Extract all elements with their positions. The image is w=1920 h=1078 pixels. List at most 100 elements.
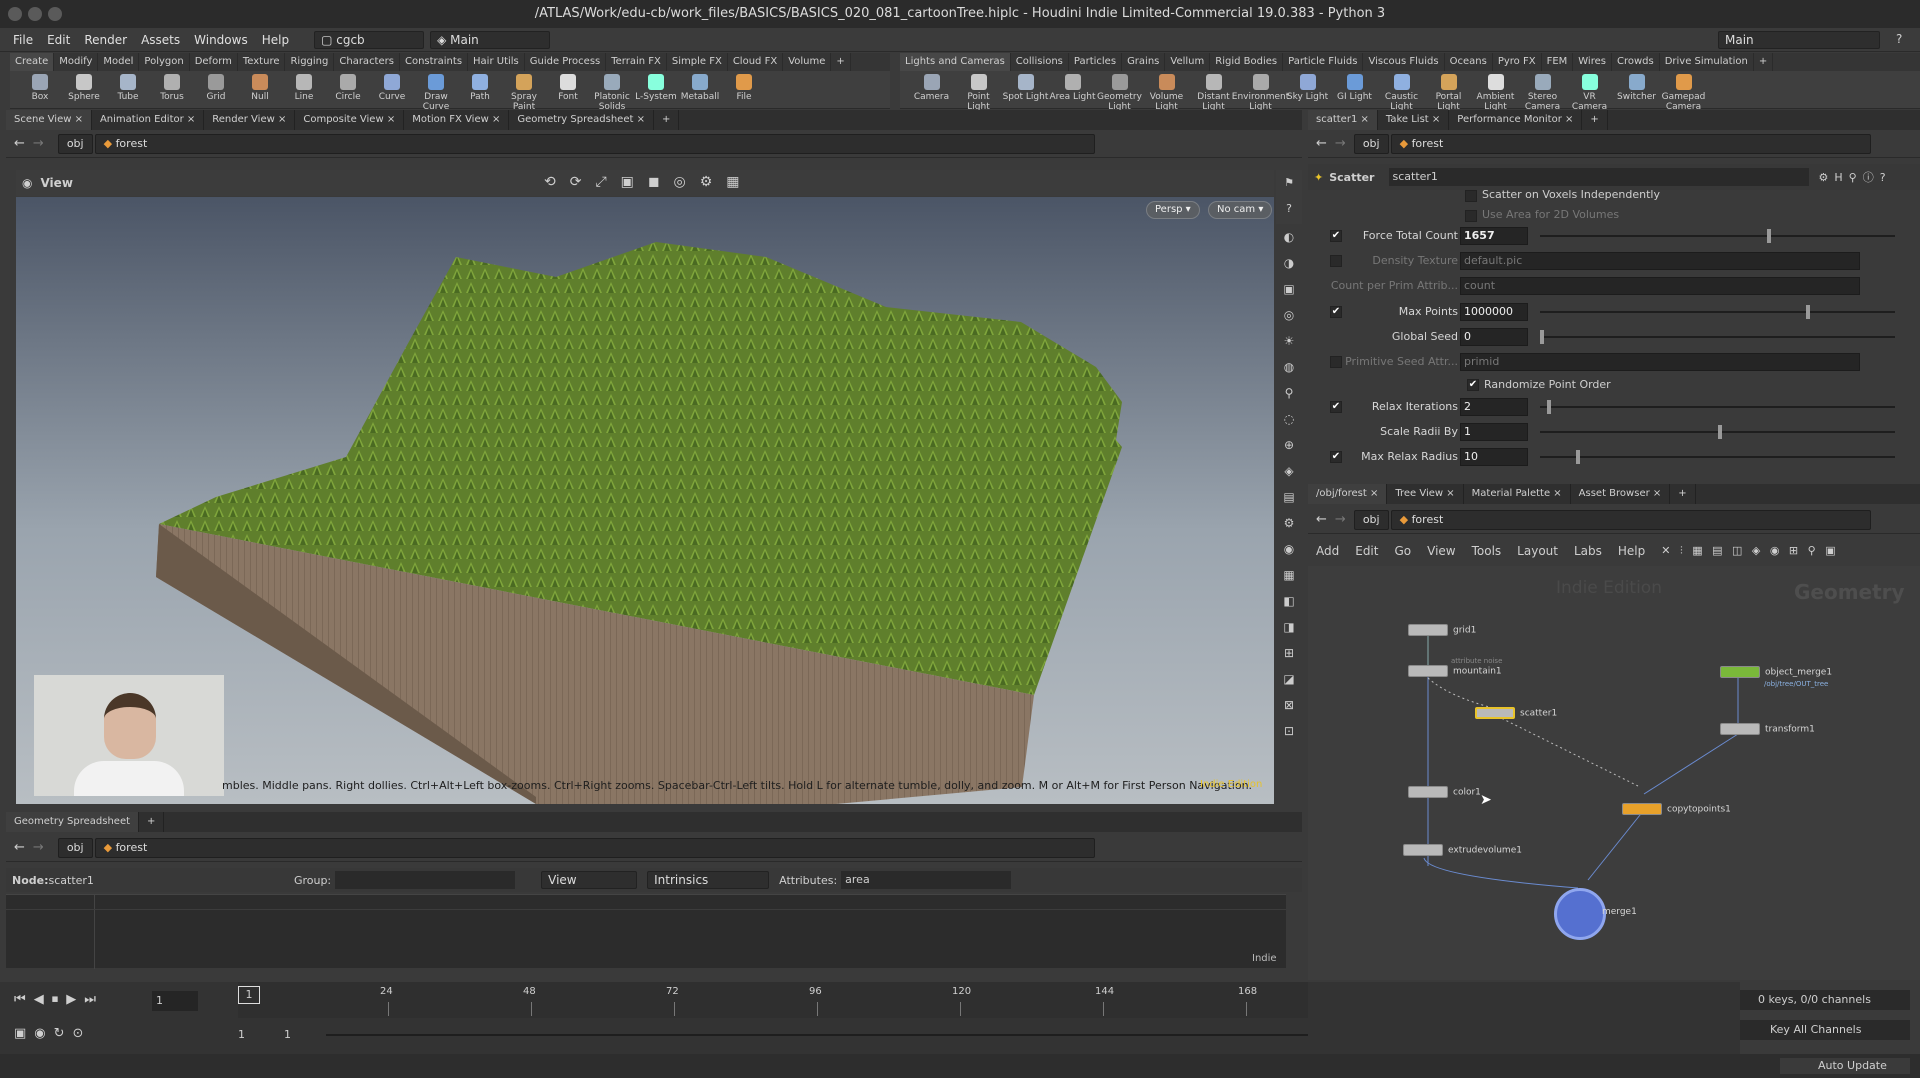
desktop-selector[interactable]: ◈ Main xyxy=(430,30,551,49)
tab-render-view[interactable]: Render View × xyxy=(204,110,296,130)
tool-environment-light[interactable]: Environment Light xyxy=(1232,74,1289,112)
3d-viewport[interactable]: Persp ▾ No cam ▾ mbles. Middle pans. Rig… xyxy=(16,197,1274,804)
shelf-tab-oceans[interactable]: Oceans xyxy=(1445,53,1493,71)
voxels-checkbox[interactable] xyxy=(1465,190,1477,202)
max-relax-radius-slider[interactable] xyxy=(1540,450,1895,464)
add-tab-icon[interactable]: + xyxy=(139,812,165,832)
tool-ambient-light[interactable]: Ambient Light xyxy=(1472,74,1519,112)
tab-performance-monitor[interactable]: Performance Monitor × xyxy=(1449,110,1583,130)
breadcrumb-obj[interactable]: obj xyxy=(57,837,93,858)
node-color[interactable]: color1 xyxy=(1408,786,1481,798)
shelf-tab-hair-utils[interactable]: Hair Utils xyxy=(468,53,525,71)
spreadsheet-table[interactable]: Indie xyxy=(6,894,1286,969)
shelf-tab-lights-and-cameras[interactable]: Lights and Cameras xyxy=(900,53,1011,71)
key-all-channels-button[interactable]: Key All Channels xyxy=(1740,1020,1910,1040)
tool-circle[interactable]: Circle xyxy=(326,74,370,102)
max-points-field[interactable]: 1000000 xyxy=(1460,303,1528,321)
max-points-slider[interactable] xyxy=(1540,305,1895,319)
shelf-tab-constraints[interactable]: Constraints xyxy=(400,53,469,71)
shelf-tab-rigging[interactable]: Rigging xyxy=(285,53,335,71)
net-menu-edit[interactable]: Edit xyxy=(1347,544,1386,558)
max-points-toggle[interactable]: ✔ xyxy=(1330,306,1342,318)
add-tab-icon[interactable]: + xyxy=(1582,110,1608,130)
parm-header-icons[interactable]: ⚙H⚲ⓘ? xyxy=(1819,169,1892,185)
add-shelf-tab-icon[interactable]: + xyxy=(831,53,851,71)
forward-arrow-icon[interactable]: → xyxy=(33,840,44,855)
tab-asset-browser[interactable]: Asset Browser × xyxy=(1571,484,1671,504)
shelf-tab-model[interactable]: Model xyxy=(98,53,140,71)
node-extrudevolume[interactable]: extrudevolume1 xyxy=(1403,844,1522,856)
tab-geometry-spreadsheet[interactable]: Geometry Spreadsheet xyxy=(6,812,140,832)
shelf-tab-collisions[interactable]: Collisions xyxy=(1011,53,1069,71)
forward-arrow-icon[interactable]: → xyxy=(1335,136,1346,151)
net-menu-help[interactable]: Help xyxy=(1610,544,1653,558)
scale-radii-field[interactable]: 1 xyxy=(1460,423,1528,441)
attributes-field[interactable]: area xyxy=(841,871,1012,889)
tool-volume-light[interactable]: Volume Light xyxy=(1143,74,1190,112)
current-frame-field[interactable]: 1 xyxy=(152,991,198,1011)
tool-spot-light[interactable]: Spot Light xyxy=(1002,74,1049,102)
auto-update-toggle[interactable]: Auto Update xyxy=(1780,1058,1910,1074)
display-option-icons[interactable]: ◐ ◑ ▣ ◎ ☀ ◍ ⚲ ◌ ⊕ ◈ ▤ ⚙ ◉ ▦ ◧ ◨ ⊞ ◪ ⊠ ⊡ xyxy=(1276,224,1302,744)
tool-path[interactable]: Path xyxy=(458,74,502,102)
shelf-tab-rigid-bodies[interactable]: Rigid Bodies xyxy=(1210,53,1284,71)
tool-vr-camera[interactable]: VR Camera xyxy=(1566,74,1613,112)
back-arrow-icon[interactable]: ← xyxy=(14,136,25,151)
net-menu-tools[interactable]: Tools xyxy=(1464,544,1510,558)
net-menu-go[interactable]: Go xyxy=(1386,544,1419,558)
playback-mode-icons[interactable]: ▣◉↻⊙ xyxy=(14,1026,91,1041)
tool-metaball[interactable]: Metaball xyxy=(678,74,722,102)
tab-material-palette[interactable]: Material Palette × xyxy=(1464,484,1571,504)
breadcrumb-forest[interactable]: ◆ forest xyxy=(1390,133,1871,154)
tool-draw-curve[interactable]: Draw Curve xyxy=(414,74,458,112)
relax-iterations-toggle[interactable]: ✔ xyxy=(1330,401,1342,413)
camera-dropdown[interactable]: No cam ▾ xyxy=(1208,201,1273,219)
menu-file[interactable]: File xyxy=(6,28,40,52)
back-arrow-icon[interactable]: ← xyxy=(1316,512,1327,527)
net-menu-layout[interactable]: Layout xyxy=(1509,544,1566,558)
tool-platonic-solids[interactable]: Platonic Solids xyxy=(590,74,634,112)
back-arrow-icon[interactable]: ← xyxy=(1316,136,1327,151)
count-per-prim-field[interactable]: count xyxy=(1460,277,1860,295)
breadcrumb-obj[interactable]: obj xyxy=(57,133,93,154)
maximize-window-button[interactable] xyxy=(48,7,62,21)
node-scatter[interactable]: scatter1 xyxy=(1475,707,1557,719)
tool-gi-light[interactable]: GI Light xyxy=(1331,74,1378,102)
intrinsics-dropdown[interactable]: Intrinsics xyxy=(647,871,770,889)
forward-arrow-icon[interactable]: → xyxy=(33,136,44,151)
tool-file[interactable]: File xyxy=(722,74,766,102)
tab-scatter1[interactable]: scatter1 × xyxy=(1308,110,1378,130)
view-dropdown[interactable]: View xyxy=(541,871,638,889)
force-total-count-slider[interactable] xyxy=(1540,229,1895,243)
force-total-count-toggle[interactable]: ✔ xyxy=(1330,230,1342,242)
group-field[interactable] xyxy=(335,871,516,889)
tab-animation-editor[interactable]: Animation Editor × xyxy=(92,110,205,130)
primitive-seed-field[interactable]: primid xyxy=(1460,353,1860,371)
net-menu-add[interactable]: Add xyxy=(1308,544,1347,558)
shelf-tab-grains[interactable]: Grains xyxy=(1122,53,1166,71)
scale-radii-slider[interactable] xyxy=(1540,425,1895,439)
tab-obj-forest[interactable]: /obj/forest × xyxy=(1308,484,1388,504)
current-frame-marker[interactable]: 1 xyxy=(238,986,260,1004)
tab-composite-view[interactable]: Composite View × xyxy=(295,110,405,130)
breadcrumb-obj[interactable]: obj xyxy=(1353,509,1389,530)
menu-edit[interactable]: Edit xyxy=(40,28,77,52)
help-icon[interactable]: ? xyxy=(1896,32,1902,46)
max-relax-radius-field[interactable]: 10 xyxy=(1460,448,1528,466)
node-mountain[interactable]: mountain1 xyxy=(1408,665,1502,677)
tab-take-list[interactable]: Take List × xyxy=(1378,110,1450,130)
shelf-tab-particles[interactable]: Particles xyxy=(1069,53,1123,71)
node-transform[interactable]: transform1 xyxy=(1720,723,1815,735)
menu-assets[interactable]: Assets xyxy=(134,28,187,52)
tab-motion-fx-view[interactable]: Motion FX View × xyxy=(404,110,510,130)
menu-help[interactable]: Help xyxy=(255,28,296,52)
global-seed-slider[interactable] xyxy=(1540,330,1895,344)
tool-font[interactable]: Font xyxy=(546,74,590,102)
shelf-tab-create[interactable]: Create xyxy=(10,53,55,71)
viewport-help-icon[interactable]: ⚑? xyxy=(1276,170,1302,224)
net-menu-view[interactable]: View xyxy=(1419,544,1463,558)
tab-tree-view[interactable]: Tree View × xyxy=(1387,484,1464,504)
shelf-tab-viscous-fluids[interactable]: Viscous Fluids xyxy=(1363,53,1445,71)
tool-switcher[interactable]: Switcher xyxy=(1613,74,1660,102)
range-start[interactable]: 1 xyxy=(238,1028,245,1041)
